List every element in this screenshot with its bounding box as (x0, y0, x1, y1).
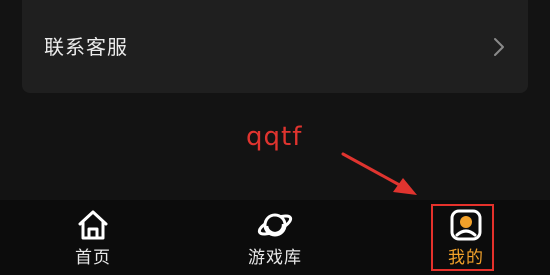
tab-me-label: 我的 (448, 248, 484, 268)
tab-home[interactable]: 首页 (48, 200, 138, 275)
contact-support-row[interactable]: 联系客服 (22, 0, 528, 93)
bottom-tab-bar: 首页 游戏库 我的 (0, 200, 550, 275)
planet-icon (257, 208, 293, 242)
user-icon (448, 208, 484, 242)
annotation-arrow-icon (341, 152, 417, 195)
tab-me[interactable]: 我的 (421, 200, 511, 275)
tab-game-library-label: 游戏库 (248, 248, 302, 268)
tab-home-label: 首页 (75, 248, 111, 268)
tab-game-library[interactable]: 游戏库 (230, 200, 320, 275)
chevron-right-icon (492, 37, 506, 57)
home-icon (75, 208, 111, 242)
annotation-text: qqtf (246, 122, 303, 152)
contact-support-label: 联系客服 (44, 35, 128, 59)
screen: 联系客服 qqtf 首页 游戏库 我的 (0, 0, 550, 275)
